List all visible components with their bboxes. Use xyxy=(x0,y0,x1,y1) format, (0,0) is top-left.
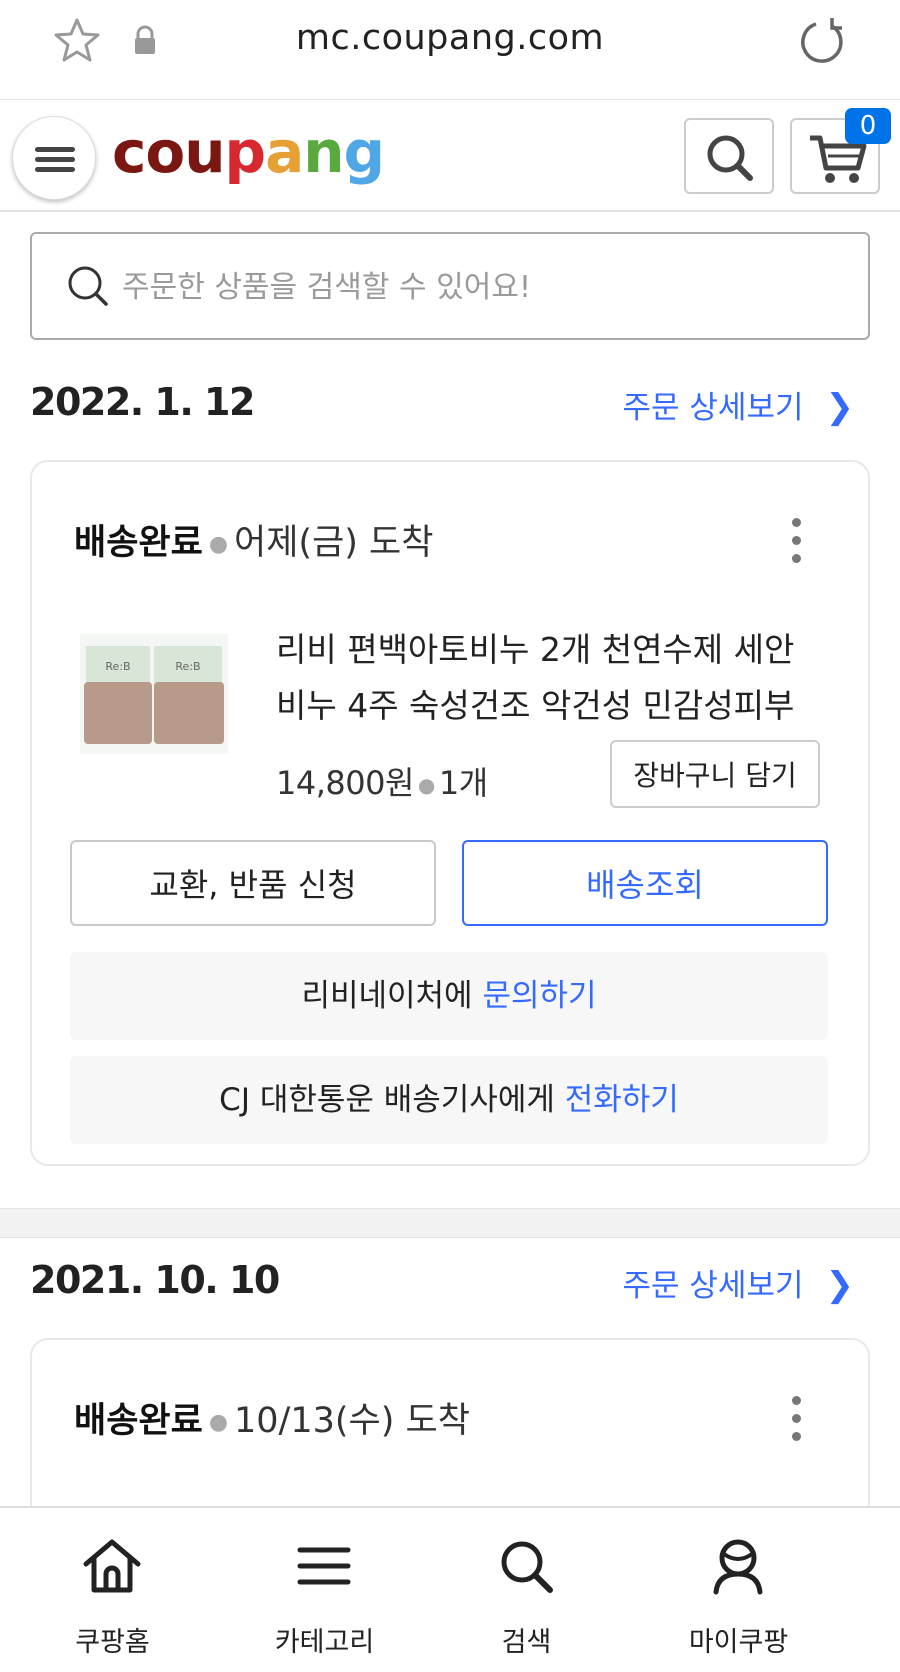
search-icon xyxy=(68,266,108,306)
more-options-icon[interactable] xyxy=(792,1396,804,1450)
reload-icon[interactable] xyxy=(796,16,848,68)
order-search-input[interactable] xyxy=(122,254,842,320)
svg-text:Re:B: Re:B xyxy=(175,660,200,673)
menu-icon xyxy=(297,1547,351,1585)
bottom-navigation: 쿠팡홈 카테고리 검색 마이쿠팡 xyxy=(0,1506,900,1672)
cart-count-badge: 0 xyxy=(845,108,891,144)
order-search-box[interactable] xyxy=(30,232,870,340)
search-icon xyxy=(501,1541,553,1593)
logo-letter: g xyxy=(343,118,386,186)
search-icon xyxy=(707,135,753,181)
seller-inquiry-prefix: 리비네이처에 xyxy=(301,978,483,1014)
arrival-text: 10/13(수) 도착 xyxy=(234,1401,470,1441)
delivery-status: 배송완료 ● 10/13(수) 도착 xyxy=(74,1401,470,1441)
order-detail-label: 주문 상세보기 xyxy=(622,390,804,426)
seller-inquiry-row[interactable]: 리비네이처에 문의하기 xyxy=(70,952,828,1040)
logo-letter: p xyxy=(224,118,267,186)
arrival-text: 어제(금) 도착 xyxy=(234,523,434,563)
nav-label: 쿠팡홈 xyxy=(75,1627,150,1658)
courier-call-link[interactable]: 전화하기 xyxy=(565,1082,679,1118)
seller-inquiry-link[interactable]: 문의하기 xyxy=(482,978,596,1014)
price: 14,800원 xyxy=(276,764,414,802)
order-card: 배송완료 ● 어제(금) 도착 Re:B Re:B 리비 편백아토비누 2개 천연수… xyxy=(30,460,870,1166)
order-detail-label: 주문 상세보기 xyxy=(622,1268,804,1304)
price-quantity: 14,800원 ● 1개 xyxy=(276,764,488,802)
courier-call-prefix: CJ 대한통운 배송기사에게 xyxy=(219,1082,565,1118)
product-name[interactable]: 리비 편백아토비누 2개 천연수제 세안비누 4주 숙성건조 악건성 민감성피부… xyxy=(276,622,816,734)
logo-letter: u xyxy=(184,118,225,186)
track-delivery-button[interactable]: 배송조회 xyxy=(462,840,828,926)
order-detail-link[interactable]: 주문 상세보기 ❯ xyxy=(623,382,854,427)
nav-label: 검색 xyxy=(501,1627,552,1658)
logo-letter: c xyxy=(112,118,146,186)
user-icon xyxy=(713,1539,763,1595)
browser-url-bar: mc.coupang.com xyxy=(0,0,900,100)
nav-my-coupang[interactable]: 마이쿠팡 xyxy=(626,1508,851,1672)
nav-label: 카테고리 xyxy=(274,1627,375,1658)
more-options-icon[interactable] xyxy=(792,518,804,572)
delivery-status: 배송완료 ● 어제(금) 도착 xyxy=(74,523,434,563)
order-date: 2022. 1. 12 xyxy=(30,380,255,424)
order-date: 2021. 10. 10 xyxy=(30,1258,280,1302)
add-to-cart-button[interactable]: 장바구니 담기 xyxy=(610,740,820,808)
courier-call-row[interactable]: CJ 대한통운 배송기사에게 전화하기 xyxy=(70,1056,828,1144)
url-text[interactable]: mc.coupang.com xyxy=(0,18,900,58)
header-search-button[interactable] xyxy=(684,118,774,194)
logo-letter: o xyxy=(145,118,185,186)
status-label: 배송완료 xyxy=(74,523,203,563)
section-divider xyxy=(0,1208,900,1238)
logo-letter: n xyxy=(303,118,344,186)
home-icon xyxy=(83,1539,141,1593)
product-thumbnail[interactable]: Re:B Re:B xyxy=(80,634,228,754)
chevron-right-icon: ❯ xyxy=(825,1265,855,1305)
hamburger-icon xyxy=(35,147,75,152)
nav-category[interactable]: 카테고리 xyxy=(212,1508,437,1672)
chevron-right-icon: ❯ xyxy=(825,387,855,427)
nav-home[interactable]: 쿠팡홈 xyxy=(0,1508,225,1672)
site-header: coupang xyxy=(0,100,900,212)
exchange-return-button[interactable]: 교환, 반품 신청 xyxy=(70,840,436,926)
nav-search[interactable]: 검색 xyxy=(414,1508,639,1672)
status-label: 배송완료 xyxy=(74,1401,203,1441)
coupang-logo[interactable]: coupang xyxy=(112,118,386,186)
order-detail-link[interactable]: 주문 상세보기 ❯ xyxy=(623,1260,854,1305)
nav-label: 마이쿠팡 xyxy=(688,1627,789,1658)
logo-letter: a xyxy=(265,118,304,186)
svg-text:Re:B: Re:B xyxy=(105,660,130,673)
menu-button[interactable] xyxy=(12,116,96,200)
quantity: 1개 xyxy=(438,764,488,802)
